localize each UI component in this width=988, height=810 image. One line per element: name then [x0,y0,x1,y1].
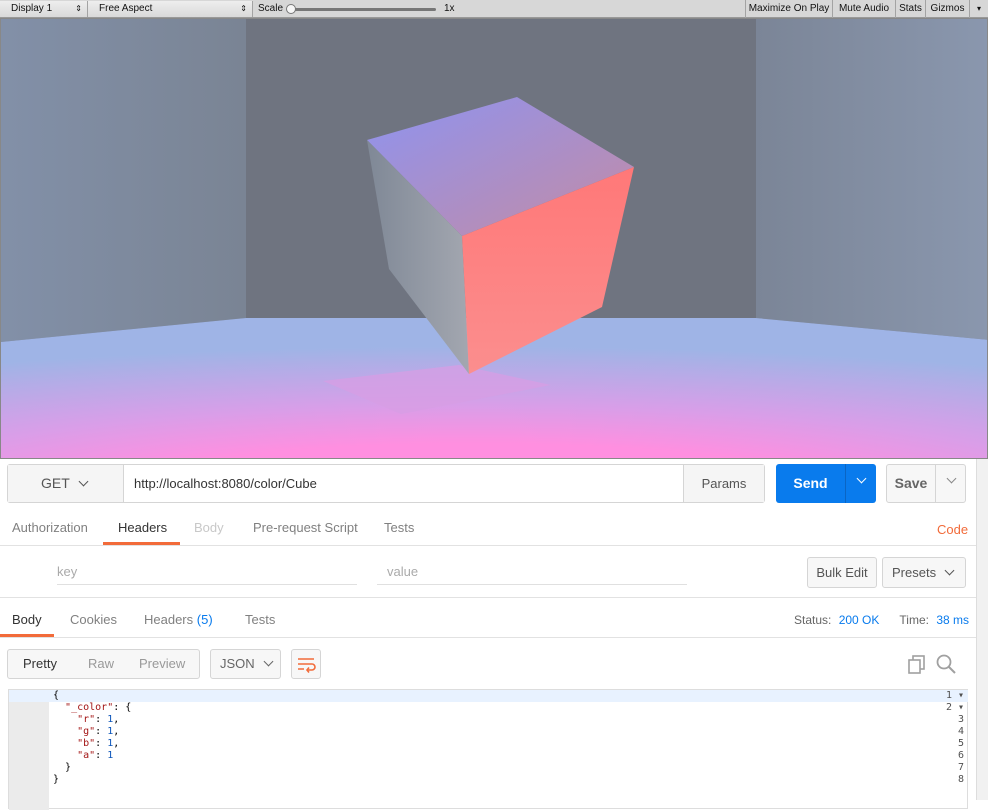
tab-response-body[interactable]: Body [12,610,42,630]
page-scrollbar[interactable] [976,459,988,800]
line-number: 1 ▾ [945,690,964,701]
header-key-input[interactable]: key [57,561,357,585]
dropdown-arrows-icon: ⇕ [75,4,82,13]
scale-slider-thumb[interactable] [286,4,296,14]
aspect-label: Free Aspect [99,3,153,14]
tab-cookies[interactable]: Cookies [70,610,117,630]
gizmos-dropdown-icon[interactable]: ▾ [969,0,988,18]
wrap-lines-icon [298,658,316,673]
line-number: 3 [957,714,964,725]
format-label: JSON [220,656,255,671]
copy-icon[interactable] [906,653,928,675]
code-line: { [53,690,60,701]
gizmos-button[interactable]: Gizmos [925,0,969,18]
chevron-down-icon [946,473,956,484]
format-dropdown[interactable]: JSON [210,649,281,679]
code-line: } [53,762,72,773]
request-bar: GET http://localhost:8080/color/Cube Par… [7,464,765,503]
cube-scene-render [1,19,987,458]
chevron-down-icon [856,473,866,484]
code-line: "g": 1, [77,726,120,737]
line-number: 5 [957,738,964,749]
code-line: "_color": { [65,702,132,713]
divider [0,637,976,638]
method-label: GET [41,475,70,491]
tab-response-headers-label: Headers [144,612,194,627]
header-value-input[interactable]: value [377,561,687,585]
display-label: Display 1 [11,3,53,14]
send-button[interactable]: Send [776,464,845,503]
aspect-dropdown[interactable]: Free Aspect ⇕ [88,1,253,17]
code-line: "b": 1, [77,738,120,749]
raw-button[interactable]: Raw [88,650,114,678]
line-number: 6 [957,750,964,761]
tab-body[interactable]: Body [194,518,224,538]
pretty-button[interactable]: Pretty [23,650,57,678]
line-number: 2 ▾ [945,702,964,713]
bulk-edit-button[interactable]: Bulk Edit [807,557,877,588]
presets-dropdown[interactable]: Presets [882,557,966,588]
view-mode-toggle: Pretty Raw Preview [7,649,200,679]
tab-tests[interactable]: Tests [384,518,414,538]
code-link[interactable]: Code [937,520,968,540]
chevron-down-icon [944,565,955,576]
line-number: 8 [957,774,964,785]
postman-panel: GET http://localhost:8080/color/Cube Par… [0,459,976,810]
scale-value: 1x [444,3,455,14]
code-line: } [53,774,60,785]
divider [0,545,976,546]
wrap-lines-button[interactable] [291,649,321,679]
active-line-highlight [9,690,968,702]
chevron-down-icon [78,476,89,487]
active-tab-indicator [103,542,180,545]
dropdown-arrows-icon: ⇕ [240,4,247,13]
presets-label: Presets [892,565,937,580]
time-value: 38 ms [936,613,969,627]
code-line: "a": 1 [77,750,114,761]
maximize-on-play-button[interactable]: Maximize On Play [745,0,832,18]
send-options-button[interactable] [845,464,876,503]
preview-button[interactable]: Preview [139,650,185,678]
display-dropdown[interactable]: Display 1 ⇕ [0,1,88,17]
mute-audio-button[interactable]: Mute Audio [832,0,895,18]
scale-slider[interactable] [288,8,436,11]
headers-count-badge: (5) [196,612,213,627]
save-button[interactable]: Save [887,465,935,502]
search-icon[interactable] [935,653,957,675]
send-button-group: Send [776,464,876,503]
stats-button[interactable]: Stats [895,0,925,18]
chevron-down-icon [263,656,274,667]
status-readout: Status: 200 OK Time: 38 ms [794,610,969,630]
scale-label: Scale [258,3,284,14]
response-code-editor[interactable]: 1 ▾ {2 ▾ "_color": { 3 "r": 1, 4 "g": 1, 5 "… [8,689,968,810]
line-number-gutter [9,690,49,810]
game-view-toolbar: Display 1 ⇕ Free Aspect ⇕ Scale 1x Maximiz… [0,0,988,18]
line-number: 4 [957,726,964,737]
save-options-button[interactable] [935,465,966,502]
time-label: Time: [899,613,929,627]
url-input[interactable]: http://localhost:8080/color/Cube [134,465,317,502]
divider [0,597,976,598]
tab-headers[interactable]: Headers [118,518,167,538]
params-button[interactable]: Params [683,465,764,502]
method-select[interactable]: GET [8,465,124,502]
line-number: 7 [957,762,964,773]
tab-pre-request-script[interactable]: Pre-request Script [253,518,358,538]
game-view-scene [0,18,988,459]
save-button-group: Save [886,464,966,503]
tab-response-tests[interactable]: Tests [245,610,275,630]
status-label: Status: [794,613,832,627]
tab-authorization[interactable]: Authorization [12,518,88,538]
code-line: "r": 1, [77,714,120,725]
tab-response-headers[interactable]: Headers (5) [144,610,213,630]
status-value: 200 OK [838,613,880,627]
